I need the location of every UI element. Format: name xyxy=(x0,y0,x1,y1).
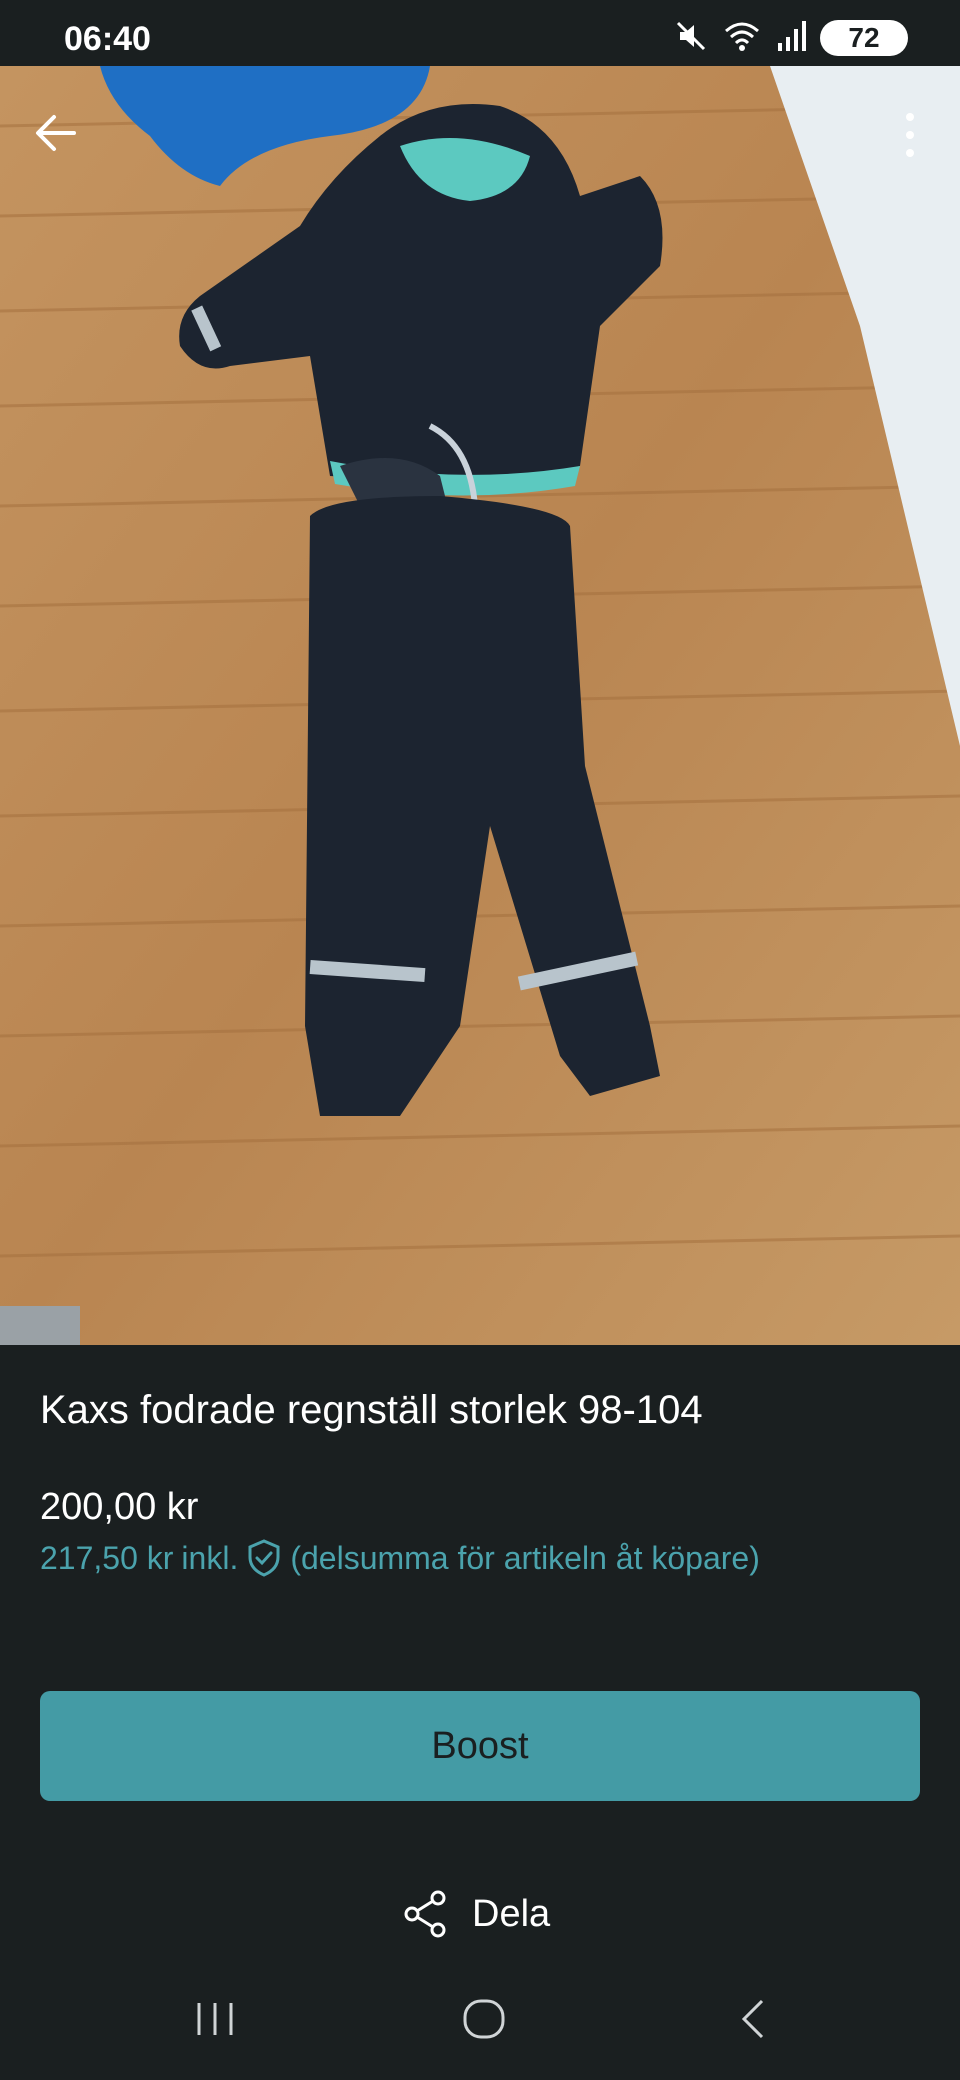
home-button[interactable] xyxy=(444,1984,524,2054)
recent-apps-icon xyxy=(197,2003,233,2035)
price-incl-note: (delsumma för artikeln åt köpare) xyxy=(290,1539,760,1576)
battery-level: 72 xyxy=(848,22,880,53)
share-label: Dela xyxy=(472,1892,551,1935)
boost-button[interactable]: Boost xyxy=(40,1691,920,1801)
listing-title: Kaxs fodrade regnställ storlek 98-104 xyxy=(40,1388,703,1432)
shield-check-icon xyxy=(248,1539,280,1577)
back-button[interactable] xyxy=(28,105,84,161)
system-nav-bar xyxy=(0,1960,960,2080)
status-bar: 06:40 72 xyxy=(0,0,960,66)
signal-icon xyxy=(776,19,806,58)
more-vertical-icon xyxy=(906,113,914,157)
status-icons: 72 xyxy=(674,18,908,58)
battery-icon: 72 xyxy=(820,20,908,56)
back-nav-button[interactable] xyxy=(712,1984,792,2054)
recent-apps-button[interactable] xyxy=(175,1984,255,2054)
share-button[interactable]: Dela xyxy=(400,1888,550,1940)
price-incl-row[interactable]: 217,50 kr inkl. (delsumma för artikeln å… xyxy=(40,1538,760,1578)
share-icon xyxy=(404,1890,446,1938)
price-incl-amount: 217,50 kr xyxy=(40,1539,174,1576)
mute-icon xyxy=(674,19,708,58)
home-icon xyxy=(463,1999,505,2039)
back-arrow-icon xyxy=(36,115,76,151)
product-photo[interactable] xyxy=(0,66,960,1345)
price-incl-label: inkl. xyxy=(181,1539,239,1576)
chevron-left-icon xyxy=(741,1999,764,2039)
listing-price: 200,00 kr xyxy=(40,1486,199,1528)
wifi-icon xyxy=(722,19,762,58)
more-options-button[interactable] xyxy=(890,105,930,165)
status-time: 06:40 xyxy=(64,20,151,58)
product-image xyxy=(0,66,960,1345)
